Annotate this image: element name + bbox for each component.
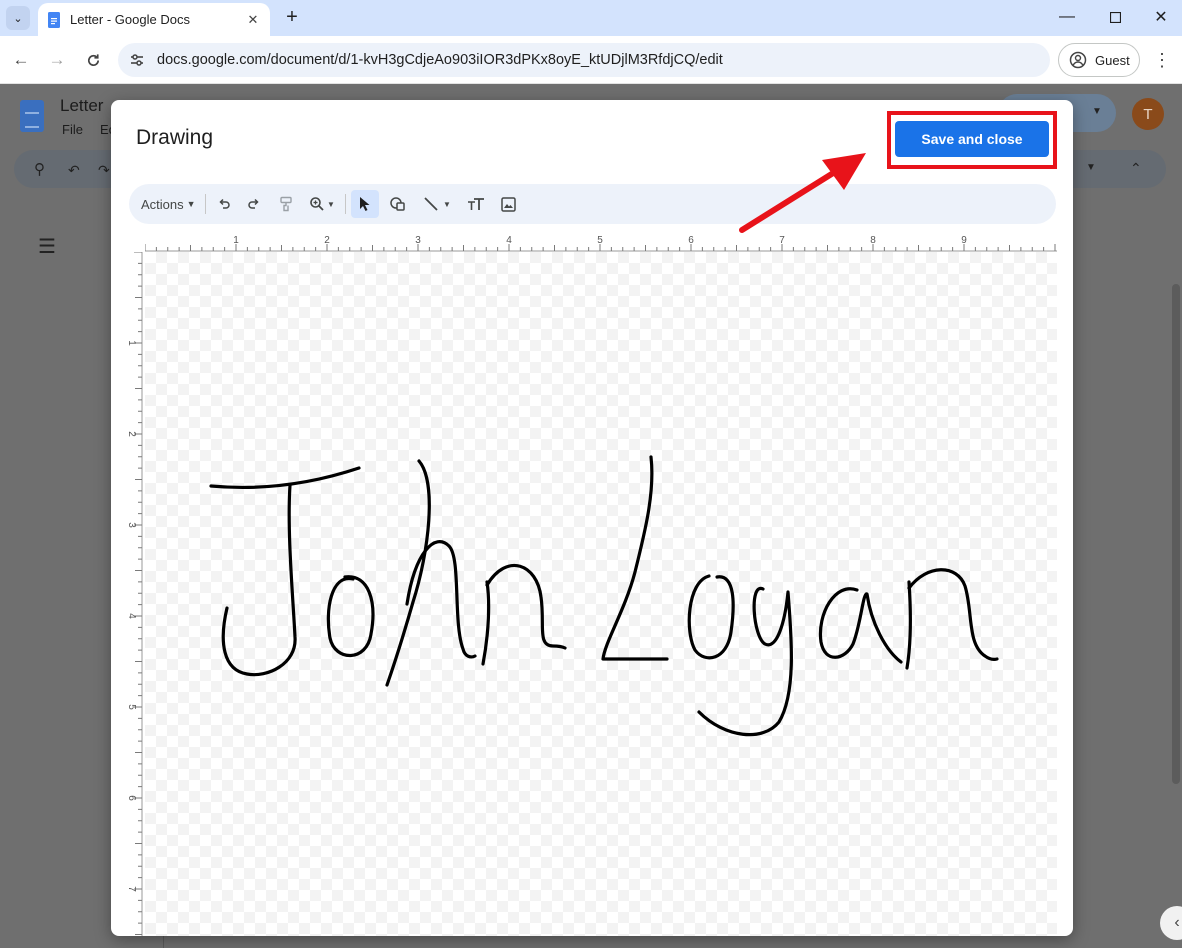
profile-icon xyxy=(1069,51,1087,69)
actions-label: Actions xyxy=(141,196,184,212)
dialog-title: Drawing xyxy=(136,126,214,149)
ruler-label: 6 xyxy=(688,235,694,246)
avatar[interactable]: T xyxy=(1132,98,1164,130)
reload-icon[interactable] xyxy=(81,48,105,72)
shape-icon[interactable] xyxy=(387,192,409,216)
browser-menu-icon[interactable]: ⋮ xyxy=(1150,48,1174,72)
toolbar-divider xyxy=(345,194,346,214)
image-icon[interactable] xyxy=(497,192,519,216)
window-close-icon[interactable]: ✕ xyxy=(1138,0,1182,34)
profile-button[interactable]: Guest xyxy=(1058,43,1140,77)
ruler-label: 7 xyxy=(126,886,137,892)
undo-icon[interactable] xyxy=(213,192,235,216)
text-box-icon[interactable] xyxy=(465,192,487,216)
menu-search-icon[interactable]: ⚲ xyxy=(34,160,45,178)
scrollbar[interactable] xyxy=(1172,284,1180,784)
select-icon[interactable] xyxy=(351,190,379,218)
ruler-label: 9 xyxy=(961,235,967,246)
ruler-label: 2 xyxy=(324,235,330,246)
address-bar[interactable]: docs.google.com/document/d/1-kvH3gCdjeAo… xyxy=(118,43,1050,77)
minimize-icon[interactable]: — xyxy=(1044,0,1090,34)
zoom-caret-icon: ▼ xyxy=(327,199,335,209)
drawing-toolbar: Actions ▼ ▼ ▼ xyxy=(129,184,1056,224)
vertical-ruler: 1 2 3 4 5 6 7 xyxy=(126,252,143,936)
line-caret-icon: ▼ xyxy=(443,199,451,209)
docs-redo-icon[interactable]: ↷ xyxy=(98,162,110,179)
share-caret-icon[interactable]: ▼ xyxy=(1092,106,1102,117)
profile-label: Guest xyxy=(1095,52,1130,68)
hide-menus-icon[interactable]: ⌃ xyxy=(1130,160,1142,177)
ruler-label: 3 xyxy=(415,235,421,246)
tab-close-icon[interactable]: ✕ xyxy=(244,11,262,29)
back-icon[interactable]: ← xyxy=(9,48,33,72)
redo-icon[interactable] xyxy=(243,192,265,216)
maximize-icon[interactable] xyxy=(1092,0,1138,34)
browser-toolbar: ← → docs.google.com/document/d/1-kvH3gCd… xyxy=(0,36,1182,84)
tab-title: Letter - Google Docs xyxy=(70,12,190,27)
browser-tab-strip: ⌄ Letter - Google Docs ✕ + — ✕ xyxy=(0,0,1182,36)
menu-file[interactable]: File xyxy=(62,122,83,137)
ruler-label: 5 xyxy=(597,235,603,246)
ruler-label: 2 xyxy=(126,431,137,437)
drawing-canvas[interactable] xyxy=(145,252,1057,936)
document-title[interactable]: Letter xyxy=(60,96,103,116)
zoom-icon[interactable]: ▼ xyxy=(305,192,339,216)
ruler-label: 6 xyxy=(126,795,137,801)
tab-search-chevron-icon[interactable]: ⌄ xyxy=(6,6,30,30)
actions-menu[interactable]: Actions ▼ xyxy=(141,192,196,216)
paint-format-icon[interactable] xyxy=(275,192,297,216)
actions-caret-icon: ▼ xyxy=(186,199,196,209)
horizontal-ruler: 123456789 xyxy=(145,235,1057,252)
collapse-panel-icon[interactable]: ‹ xyxy=(1160,906,1182,940)
toolbar-divider xyxy=(205,194,206,214)
docs-logo-icon[interactable] xyxy=(20,100,44,132)
line-icon[interactable]: ▼ xyxy=(419,192,455,216)
ruler-label: 1 xyxy=(126,340,137,346)
new-tab-icon[interactable]: + xyxy=(281,6,303,28)
ruler-label: 4 xyxy=(506,235,512,246)
google-docs-favicon-icon xyxy=(48,11,60,28)
ruler-label: 4 xyxy=(126,613,137,619)
forward-icon[interactable]: → xyxy=(45,48,69,72)
annotation-arrow xyxy=(739,153,866,233)
ruler-label: 3 xyxy=(126,522,137,528)
browser-tab[interactable]: Letter - Google Docs ✕ xyxy=(38,3,270,36)
ruler-label: 1 xyxy=(233,235,239,246)
ruler-label: 5 xyxy=(126,704,137,710)
outline-icon[interactable]: ☰ xyxy=(38,234,56,259)
url-text: docs.google.com/document/d/1-kvH3gCdjeAo… xyxy=(157,52,723,68)
highlight-box xyxy=(887,111,1057,169)
docs-toolbar-caret-icon[interactable]: ▼ xyxy=(1086,162,1096,173)
drawing-dialog: Drawing Save and close Actions ▼ ▼ ▼ 1 2… xyxy=(111,100,1073,936)
site-info-icon[interactable] xyxy=(123,46,151,74)
handwritten-signature[interactable] xyxy=(145,252,1057,936)
docs-undo-icon[interactable]: ↶ xyxy=(68,162,80,179)
